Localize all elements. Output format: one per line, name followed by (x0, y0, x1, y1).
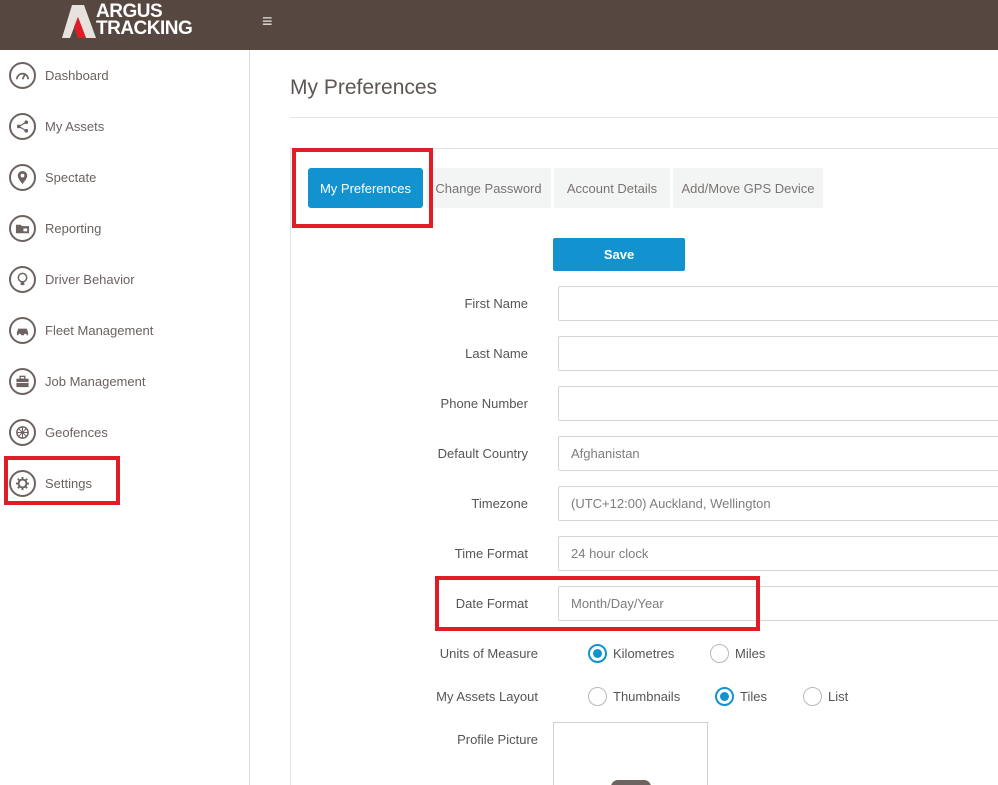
sidebar-item-label: Reporting (45, 221, 102, 236)
date-format-label: Date Format (455, 596, 528, 611)
sidebar-item-my-assets[interactable]: My Assets (0, 101, 249, 152)
radio-label: Miles (735, 646, 766, 661)
car-icon (9, 317, 36, 344)
radio-label: Tiles (740, 689, 767, 704)
wheel-icon (9, 419, 36, 446)
radio-label: List (828, 689, 849, 704)
phone-number-field[interactable] (558, 386, 998, 421)
tab-change-password[interactable]: Change Password (426, 168, 551, 208)
sidebar-item-reporting[interactable]: Reporting (0, 203, 249, 254)
last-name-field[interactable] (558, 336, 998, 371)
top-bar: ARGUS TRACKING ≡ (0, 0, 998, 50)
sidebar-item-settings[interactable]: Settings (0, 458, 249, 509)
tab-add-move-gps-device[interactable]: Add/Move GPS Device (673, 168, 823, 208)
sidebar-item-fleet-management[interactable]: Fleet Management (0, 305, 249, 356)
default-country-label: Default Country (437, 446, 528, 461)
sidebar-item-driver-behavior[interactable]: Driver Behavior (0, 254, 249, 305)
sidebar-item-geofences[interactable]: Geofences (0, 407, 249, 458)
page-title: My Preferences (290, 76, 438, 99)
last-name-label: Last Name (465, 346, 528, 361)
sidebar-item-label: Dashboard (45, 68, 109, 83)
date-format-select[interactable]: Month/Day/Year (558, 586, 998, 621)
radio-list[interactable]: List (803, 687, 848, 706)
time-format-label: Time Format (454, 546, 528, 561)
radio-button[interactable] (715, 687, 734, 706)
sidebar-item-dashboard[interactable]: Dashboard (0, 50, 249, 101)
brand-line-2: TRACKING (96, 18, 193, 39)
radio-miles[interactable]: Miles (710, 644, 765, 663)
first-name-field[interactable] (558, 286, 998, 321)
radio-button[interactable] (588, 687, 607, 706)
time-format-select[interactable]: 24 hour clock (558, 536, 998, 571)
hamburger-menu-icon[interactable]: ≡ (262, 12, 273, 30)
sidebar-item-spectate[interactable]: Spectate (0, 152, 249, 203)
my-assets-layout-label: My Assets Layout (436, 689, 538, 704)
sidebar-item-label: Geofences (45, 425, 108, 440)
timezone-label: Timezone (471, 496, 528, 511)
logo-mark-icon (62, 5, 96, 38)
sidebar-item-label: My Assets (45, 119, 105, 134)
default-country-select[interactable]: Afghanistan (558, 436, 998, 471)
tab-account-details[interactable]: Account Details (554, 168, 670, 208)
lightbulb-icon (9, 266, 36, 293)
map-pin-icon (9, 164, 36, 191)
sidebar-item-label: Fleet Management (45, 323, 154, 338)
profile-picture-label: Profile Picture (457, 732, 538, 747)
radio-tiles[interactable]: Tiles (715, 687, 767, 706)
profile-picture-upload[interactable] (553, 722, 708, 785)
tab-my-preferences[interactable]: My Preferences (308, 168, 423, 208)
first-name-label: First Name (464, 296, 528, 311)
sidebar-item-job-management[interactable]: Job Management (0, 356, 249, 407)
sidebar-item-label: Job Management (45, 374, 146, 389)
radio-label: Kilometres (613, 646, 675, 661)
phone-number-label: Phone Number (440, 396, 528, 411)
gear-icon (9, 470, 36, 497)
upload-handle-icon[interactable] (611, 780, 651, 785)
network-icon (9, 113, 36, 140)
units-of-measure-label: Units of Measure (439, 646, 538, 661)
radio-kilometres[interactable]: Kilometres (588, 644, 674, 663)
radio-thumbnails[interactable]: Thumbnails (588, 687, 680, 706)
argus-tracking-logo[interactable]: ARGUS TRACKING (62, 2, 193, 43)
gauge-icon (9, 62, 36, 89)
sidebar-item-label: Spectate (45, 170, 97, 185)
briefcase-icon (9, 368, 36, 395)
sidebar: Dashboard My Assets Spectate Reporting D… (0, 50, 250, 785)
folder-report-icon (9, 215, 36, 242)
title-divider (290, 117, 998, 118)
radio-button[interactable] (588, 644, 607, 663)
save-button[interactable]: Save (553, 238, 685, 271)
timezone-select[interactable]: (UTC+12:00) Auckland, Wellington (558, 486, 998, 521)
radio-button[interactable] (710, 644, 729, 663)
radio-button[interactable] (803, 687, 822, 706)
radio-label: Thumbnails (613, 689, 681, 704)
sidebar-item-label: Driver Behavior (45, 272, 135, 287)
sidebar-item-label: Settings (45, 476, 92, 491)
